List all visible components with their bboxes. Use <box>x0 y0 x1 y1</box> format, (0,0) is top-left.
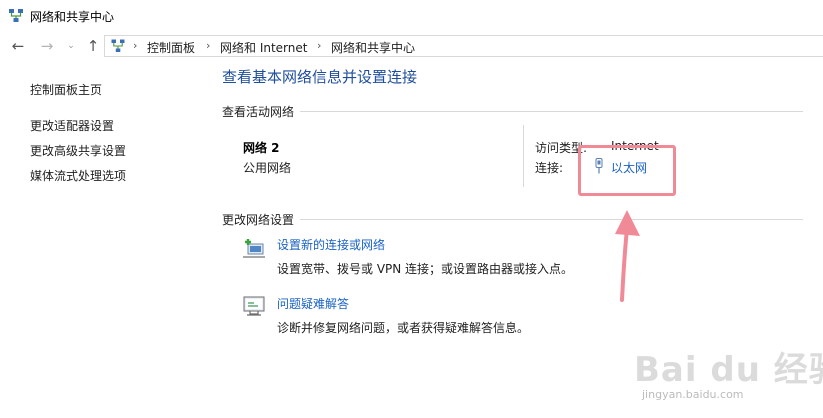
page-title: 查看基本网络信息并设置连接 <box>222 68 418 86</box>
new-connection-icon <box>243 239 265 258</box>
annotation-arrow <box>615 210 640 302</box>
control-panel-location-icon <box>111 39 125 52</box>
breadcrumb-network-sharing-center[interactable]: 网络和共享中心 <box>331 39 415 56</box>
change-settings-heading: 更改网络设置 <box>222 211 301 228</box>
troubleshoot-icon <box>243 296 265 316</box>
vertical-divider <box>523 125 524 187</box>
navigation-bar: ← → ⌄ ↑ › 控制面板 › 网络和 Internet › 网络和共享中心 <box>0 32 823 60</box>
highlight-box <box>578 145 676 196</box>
breadcrumb-control-panel[interactable]: 控制面板 <box>147 39 195 56</box>
address-bar[interactable]: › 控制面板 › 网络和 Internet › 网络和共享中心 <box>104 35 823 57</box>
sidebar-item-media-streaming-options[interactable]: 媒体流式处理选项 <box>30 167 126 184</box>
divider <box>222 111 803 112</box>
setup-new-connection-link[interactable]: 设置新的连接或网络 <box>277 236 385 253</box>
sidebar-item-control-panel-home[interactable]: 控制面板主页 <box>30 81 102 98</box>
divider <box>222 219 803 220</box>
breadcrumb-separator: › <box>206 39 211 52</box>
troubleshoot-link[interactable]: 问题疑难解答 <box>277 295 349 312</box>
forward-button[interactable]: → <box>38 36 56 56</box>
watermark-url: jingyan.baidu.com <box>642 388 744 401</box>
network-center-icon <box>9 9 23 22</box>
baidu-watermark: Bai du 经验 jingyan.baidu.com <box>634 342 823 416</box>
up-button[interactable]: ↑ <box>84 36 102 56</box>
setup-new-connection-description: 设置宽带、拨号或 VPN 连接；或设置路由器或接入点。 <box>277 262 574 276</box>
watermark-brand: Bai du 经验 <box>634 350 823 390</box>
troubleshoot-description: 诊断并修复网络问题，或者获得疑难解答信息。 <box>277 321 530 335</box>
connections-label: 连接: <box>535 161 564 175</box>
sidebar-item-change-advanced-sharing[interactable]: 更改高级共享设置 <box>30 142 126 159</box>
breadcrumb-separator: › <box>133 39 138 52</box>
breadcrumb-network-internet[interactable]: 网络和 Internet <box>220 39 307 56</box>
network-name: 网络 2 <box>243 141 280 155</box>
title-bar: 网络和共享中心 <box>0 0 823 32</box>
window-title: 网络和共享中心 <box>30 10 115 24</box>
active-networks-heading: 查看活动网络 <box>222 103 301 120</box>
sidebar-item-change-adapter-settings[interactable]: 更改适配器设置 <box>30 117 114 134</box>
recent-locations-dropdown[interactable]: ⌄ <box>62 36 80 56</box>
network-category: 公用网络 <box>243 161 292 175</box>
back-button[interactable]: ← <box>9 36 27 56</box>
breadcrumb-separator: › <box>317 39 322 52</box>
